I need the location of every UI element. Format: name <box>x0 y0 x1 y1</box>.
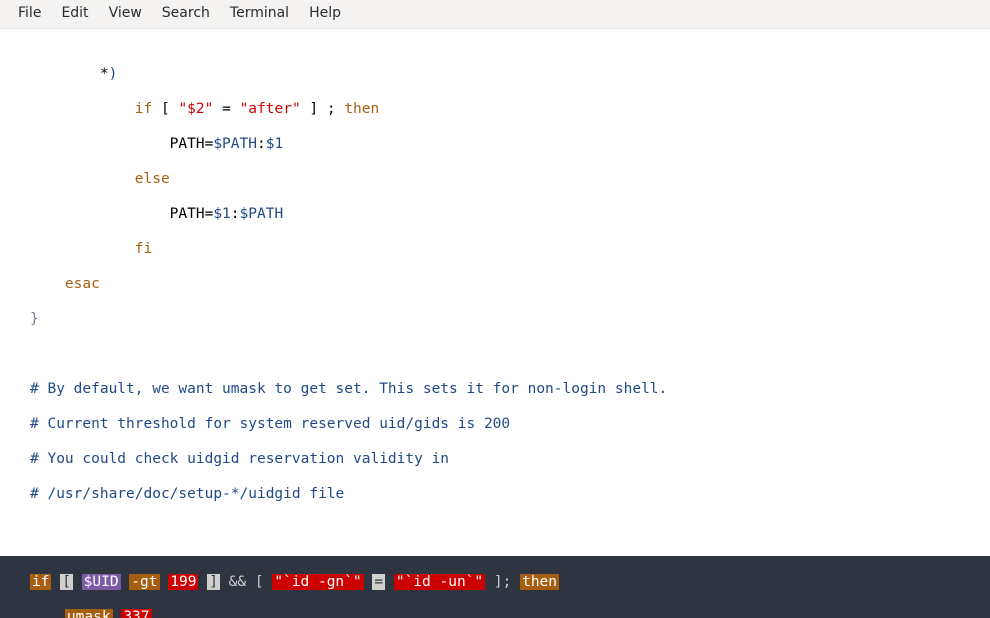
menu-help[interactable]: Help <box>299 5 351 23</box>
code-line: # /usr/share/doc/setup-*/uidgid file <box>0 486 990 504</box>
editor-area[interactable]: *) if [ "$2" = "after" ] ; then PATH=$PA… <box>0 29 990 618</box>
code-line: # You could check uidgid reservation val… <box>0 451 990 469</box>
menubar: File Edit View Search Terminal Help <box>0 0 990 29</box>
menu-view[interactable]: View <box>99 5 152 23</box>
code-line: fi <box>0 241 990 259</box>
menu-terminal[interactable]: Terminal <box>220 5 299 23</box>
code-line: if [ "$2" = "after" ] ; then <box>0 101 990 119</box>
code-line: esac <box>0 276 990 294</box>
code-line-selected: if [ $UID -gt 199 ] && [ "`id -gn`" = "`… <box>0 574 990 592</box>
code-line: PATH=$1:$PATH <box>0 206 990 224</box>
menu-file[interactable]: File <box>8 5 51 23</box>
menu-search[interactable]: Search <box>152 5 220 23</box>
code-line: PATH=$PATH:$1 <box>0 136 990 154</box>
code-line: *) <box>0 66 990 84</box>
menu-edit[interactable]: Edit <box>51 5 98 23</box>
code-line: } <box>0 311 990 329</box>
code-line: # By default, we want umask to get set. … <box>0 381 990 399</box>
code-line-selected: umask 337 <box>0 609 990 618</box>
code-line: # Current threshold for system reserved … <box>0 416 990 434</box>
code-line: else <box>0 171 990 189</box>
code-line <box>0 346 990 364</box>
selection-block: if [ $UID -gt 199 ] && [ "`id -gn`" = "`… <box>0 556 990 618</box>
